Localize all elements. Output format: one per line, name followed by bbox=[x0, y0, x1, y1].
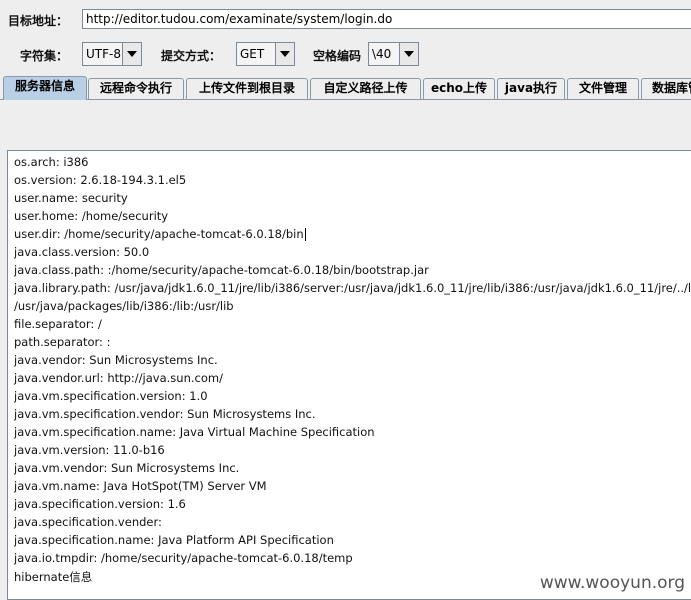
info-line: java.vm.name: Java HotSpot(TM) Server VM bbox=[14, 479, 267, 493]
target-label: 目标地址： bbox=[8, 14, 69, 28]
tab-echo-upload[interactable]: echo上传 bbox=[423, 78, 495, 99]
info-line: java.class.path: :/home/security/apache-… bbox=[14, 263, 429, 277]
space-encoding-dropdown-button[interactable] bbox=[399, 43, 418, 65]
info-line: java.vm.specification.name: Java Virtual… bbox=[14, 425, 375, 439]
space-encoding-select[interactable]: \40 bbox=[368, 42, 419, 66]
method-dropdown-button[interactable] bbox=[275, 43, 294, 65]
info-line: java.library.path: /usr/java/jdk1.6.0_11… bbox=[14, 281, 691, 295]
chevron-down-icon bbox=[404, 51, 414, 57]
tab-server-info[interactable]: 服务器信息 bbox=[3, 76, 87, 100]
info-line: hibernate信息 bbox=[14, 570, 93, 584]
method-label: 提交方式： bbox=[161, 49, 222, 63]
server-info-textarea[interactable]: os.arch: i386 os.version: 2.6.18-194.3.1… bbox=[7, 150, 691, 600]
info-line: java.specification.name: Java Platform A… bbox=[14, 533, 334, 547]
method-value: GET bbox=[240, 47, 265, 61]
info-line: /usr/java/packages/lib/i386:/lib:/usr/li… bbox=[14, 299, 234, 313]
space-encoding-label: 空格编码 bbox=[313, 49, 362, 63]
info-line: file.separator: / bbox=[14, 317, 102, 331]
info-line: os.version: 2.6.18-194.3.1.el5 bbox=[14, 173, 187, 187]
tab-upload-root[interactable]: 上传文件到根目录 bbox=[186, 78, 308, 99]
tab-java-exec[interactable]: java执行 bbox=[497, 78, 565, 99]
info-line: os.arch: i386 bbox=[14, 155, 89, 169]
tab-file-manager[interactable]: 文件管理 bbox=[567, 78, 639, 99]
text-caret bbox=[304, 228, 306, 241]
options-row: 字符集： UTF-8 提交方式： GET 空格编码 \40 bbox=[0, 42, 691, 68]
charset-select[interactable]: UTF-8 bbox=[82, 42, 142, 66]
info-line: java.specification.version: 1.6 bbox=[14, 497, 186, 511]
info-line: java.specification.vender: bbox=[14, 515, 162, 529]
chevron-down-icon bbox=[127, 51, 137, 57]
tab-bar: 服务器信息 远程命令执行 上传文件到根目录 自定义路径上传 echo上传 jav… bbox=[0, 76, 691, 100]
info-line: user.dir: /home/security/apache-tomcat-6… bbox=[14, 227, 304, 241]
info-line: java.vm.vendor: Sun Microsystems Inc. bbox=[14, 461, 240, 475]
charset-label: 字符集： bbox=[20, 49, 69, 63]
info-line: java.io.tmpdir: /home/security/apache-to… bbox=[14, 551, 353, 565]
tab-remote-command[interactable]: 远程命令执行 bbox=[88, 78, 184, 99]
charset-dropdown-button[interactable] bbox=[122, 43, 141, 65]
info-line: java.class.version: 50.0 bbox=[14, 245, 150, 259]
tab-bar-divider bbox=[0, 99, 691, 100]
info-line: java.vm.version: 11.0-b16 bbox=[14, 443, 165, 457]
info-line: java.vendor.url: http://java.sun.com/ bbox=[14, 371, 223, 385]
method-select[interactable]: GET bbox=[236, 42, 295, 66]
info-line-with-caret: user.dir: /home/security/apache-tomcat-6… bbox=[14, 227, 306, 241]
info-line: java.vm.specification.version: 1.0 bbox=[14, 389, 208, 403]
info-line: java.vendor: Sun Microsystems Inc. bbox=[14, 353, 218, 367]
info-line: java.vm.specification.vendor: Sun Micros… bbox=[14, 407, 316, 421]
chevron-down-icon bbox=[280, 51, 290, 57]
watermark: www.wooyun.org bbox=[537, 573, 687, 593]
info-line: path.separator: : bbox=[14, 335, 111, 349]
tab-custom-path-upload[interactable]: 自定义路径上传 bbox=[310, 78, 421, 99]
info-line: user.home: /home/security bbox=[14, 209, 169, 223]
charset-value: UTF-8 bbox=[86, 47, 121, 61]
space-encoding-value: \40 bbox=[372, 47, 392, 61]
target-row: 目标地址： bbox=[0, 8, 691, 32]
target-url-input[interactable] bbox=[82, 9, 691, 29]
tab-database[interactable]: 数据库管 bbox=[641, 78, 691, 99]
info-line: user.name: security bbox=[14, 191, 128, 205]
